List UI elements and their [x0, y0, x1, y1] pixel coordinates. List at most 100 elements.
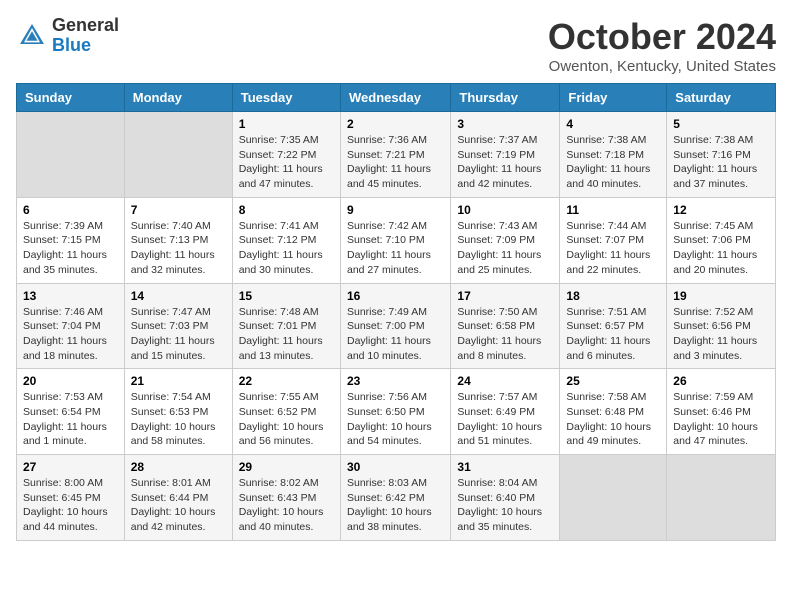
- day-number: 30: [347, 460, 444, 474]
- calendar-cell: 30 Sunrise: 8:03 AMSunset: 6:42 PMDayligh…: [340, 455, 450, 541]
- day-number: 25: [566, 374, 660, 388]
- logo-blue: Blue: [52, 35, 91, 55]
- calendar-cell: 22 Sunrise: 7:55 AMSunset: 6:52 PMDayligh…: [232, 369, 340, 455]
- calendar-cell: 10Sunrise: 7:43 AMSunset: 7:09 PMDayligh…: [451, 197, 560, 283]
- day-number: 18: [566, 289, 660, 303]
- calendar-cell: [560, 455, 667, 541]
- day-number: 27: [23, 460, 118, 474]
- title-block: October 2024 Owenton, Kentucky, United S…: [548, 16, 776, 75]
- day-number: 24: [457, 374, 553, 388]
- day-number: 14: [131, 289, 226, 303]
- day-info: Sunrise: 7:55 AMSunset: 6:52 PMDaylight:…: [239, 390, 334, 449]
- day-info: Sunrise: 7:45 AMSunset: 7:06 PMDaylight:…: [673, 219, 769, 278]
- calendar-cell: 2Sunrise: 7:36 AMSunset: 7:21 PMDaylight…: [340, 112, 450, 198]
- day-info: Sunrise: 8:03 AMSunset: 6:42 PMDaylight:…: [347, 476, 444, 535]
- calendar-header-row: SundayMondayTuesdayWednesdayThursdayFrid…: [17, 84, 776, 112]
- calendar-cell: 27 Sunrise: 8:00 AMSunset: 6:45 PMDayligh…: [17, 455, 125, 541]
- day-number: 11: [566, 203, 660, 217]
- day-number: 10: [457, 203, 553, 217]
- day-number: 1: [239, 117, 334, 131]
- day-info: Sunrise: 7:37 AMSunset: 7:19 PMDaylight:…: [457, 133, 553, 192]
- day-info: Sunrise: 7:59 AMSunset: 6:46 PMDaylight:…: [673, 390, 769, 449]
- calendar-cell: 18 Sunrise: 7:51 AMSunset: 6:57 PMDayligh…: [560, 283, 667, 369]
- day-number: 29: [239, 460, 334, 474]
- calendar-cell: 12 Sunrise: 7:45 AMSunset: 7:06 PMDayligh…: [667, 197, 776, 283]
- calendar-cell: 14 Sunrise: 7:47 AMSunset: 7:03 PMDayligh…: [124, 283, 232, 369]
- calendar-cell: [124, 112, 232, 198]
- day-number: 20: [23, 374, 118, 388]
- header-wednesday: Wednesday: [340, 84, 450, 112]
- page-header: General Blue October 2024 Owenton, Kentu…: [16, 16, 776, 75]
- day-info: Sunrise: 7:39 AMSunset: 7:15 PMDaylight:…: [23, 219, 118, 278]
- calendar-cell: 17 Sunrise: 7:50 AMSunset: 6:58 PMDayligh…: [451, 283, 560, 369]
- calendar-cell: 6 Sunrise: 7:39 AMSunset: 7:15 PMDaylight…: [17, 197, 125, 283]
- header-friday: Friday: [560, 84, 667, 112]
- day-number: 9: [347, 203, 444, 217]
- day-info: Sunrise: 7:44 AMSunset: 7:07 PMDaylight:…: [566, 219, 660, 278]
- day-number: 5: [673, 117, 769, 131]
- calendar-cell: 25 Sunrise: 7:58 AMSunset: 6:48 PMDayligh…: [560, 369, 667, 455]
- calendar-cell: 28 Sunrise: 8:01 AMSunset: 6:44 PMDayligh…: [124, 455, 232, 541]
- calendar-cell: [667, 455, 776, 541]
- calendar-week-4: 20Sunrise: 7:53 AMSunset: 6:54 PMDayligh…: [17, 369, 776, 455]
- day-info: Sunrise: 7:51 AMSunset: 6:57 PMDaylight:…: [566, 305, 660, 364]
- calendar-cell: 9 Sunrise: 7:42 AMSunset: 7:10 PMDaylight…: [340, 197, 450, 283]
- calendar-table: SundayMondayTuesdayWednesdayThursdayFrid…: [16, 83, 776, 541]
- calendar-cell: 21 Sunrise: 7:54 AMSunset: 6:53 PMDayligh…: [124, 369, 232, 455]
- header-tuesday: Tuesday: [232, 84, 340, 112]
- day-info: Sunrise: 7:56 AMSunset: 6:50 PMDaylight:…: [347, 390, 444, 449]
- header-sunday: Sunday: [17, 84, 125, 112]
- day-info: Sunrise: 7:47 AMSunset: 7:03 PMDaylight:…: [131, 305, 226, 364]
- calendar-cell: 26Sunrise: 7:59 AMSunset: 6:46 PMDayligh…: [667, 369, 776, 455]
- month-title: October 2024: [548, 16, 776, 58]
- day-number: 28: [131, 460, 226, 474]
- header-saturday: Saturday: [667, 84, 776, 112]
- day-info: Sunrise: 7:42 AMSunset: 7:10 PMDaylight:…: [347, 219, 444, 278]
- day-info: Sunrise: 7:46 AMSunset: 7:04 PMDaylight:…: [23, 305, 118, 364]
- calendar-cell: [17, 112, 125, 198]
- day-number: 19: [673, 289, 769, 303]
- logo-text: General Blue: [52, 16, 119, 56]
- logo-general: General: [52, 15, 119, 35]
- calendar-cell: 31Sunrise: 8:04 AMSunset: 6:40 PMDayligh…: [451, 455, 560, 541]
- day-number: 17: [457, 289, 553, 303]
- day-number: 13: [23, 289, 118, 303]
- calendar-cell: 7 Sunrise: 7:40 AMSunset: 7:13 PMDaylight…: [124, 197, 232, 283]
- day-info: Sunrise: 7:38 AMSunset: 7:18 PMDaylight:…: [566, 133, 660, 192]
- day-number: 8: [239, 203, 334, 217]
- calendar-week-5: 27 Sunrise: 8:00 AMSunset: 6:45 PMDayligh…: [17, 455, 776, 541]
- day-info: Sunrise: 8:04 AMSunset: 6:40 PMDaylight:…: [457, 476, 553, 535]
- calendar-cell: 4 Sunrise: 7:38 AMSunset: 7:18 PMDaylight…: [560, 112, 667, 198]
- calendar-week-2: 6 Sunrise: 7:39 AMSunset: 7:15 PMDaylight…: [17, 197, 776, 283]
- day-info: Sunrise: 7:50 AMSunset: 6:58 PMDaylight:…: [457, 305, 553, 364]
- day-number: 3: [457, 117, 553, 131]
- day-info: Sunrise: 7:49 AMSunset: 7:00 PMDaylight:…: [347, 305, 444, 364]
- day-info: Sunrise: 7:52 AMSunset: 6:56 PMDaylight:…: [673, 305, 769, 364]
- day-info: Sunrise: 8:02 AMSunset: 6:43 PMDaylight:…: [239, 476, 334, 535]
- calendar-cell: 23Sunrise: 7:56 AMSunset: 6:50 PMDayligh…: [340, 369, 450, 455]
- calendar-cell: 19 Sunrise: 7:52 AMSunset: 6:56 PMDayligh…: [667, 283, 776, 369]
- day-number: 12: [673, 203, 769, 217]
- header-monday: Monday: [124, 84, 232, 112]
- day-info: Sunrise: 7:58 AMSunset: 6:48 PMDaylight:…: [566, 390, 660, 449]
- day-number: 7: [131, 203, 226, 217]
- day-info: Sunrise: 8:00 AMSunset: 6:45 PMDaylight:…: [23, 476, 118, 535]
- day-number: 15: [239, 289, 334, 303]
- day-info: Sunrise: 7:57 AMSunset: 6:49 PMDaylight:…: [457, 390, 553, 449]
- calendar-cell: 8Sunrise: 7:41 AMSunset: 7:12 PMDaylight…: [232, 197, 340, 283]
- day-info: Sunrise: 8:01 AMSunset: 6:44 PMDaylight:…: [131, 476, 226, 535]
- calendar-cell: 1Sunrise: 7:35 AMSunset: 7:22 PMDaylight…: [232, 112, 340, 198]
- day-number: 2: [347, 117, 444, 131]
- calendar-cell: 3 Sunrise: 7:37 AMSunset: 7:19 PMDaylight…: [451, 112, 560, 198]
- day-number: 22: [239, 374, 334, 388]
- day-info: Sunrise: 7:54 AMSunset: 6:53 PMDaylight:…: [131, 390, 226, 449]
- day-number: 6: [23, 203, 118, 217]
- calendar-cell: 20Sunrise: 7:53 AMSunset: 6:54 PMDayligh…: [17, 369, 125, 455]
- day-info: Sunrise: 7:38 AMSunset: 7:16 PMDaylight:…: [673, 133, 769, 192]
- logo-icon: [16, 20, 48, 52]
- day-number: 21: [131, 374, 226, 388]
- header-thursday: Thursday: [451, 84, 560, 112]
- day-info: Sunrise: 7:48 AMSunset: 7:01 PMDaylight:…: [239, 305, 334, 364]
- day-info: Sunrise: 7:40 AMSunset: 7:13 PMDaylight:…: [131, 219, 226, 278]
- day-number: 4: [566, 117, 660, 131]
